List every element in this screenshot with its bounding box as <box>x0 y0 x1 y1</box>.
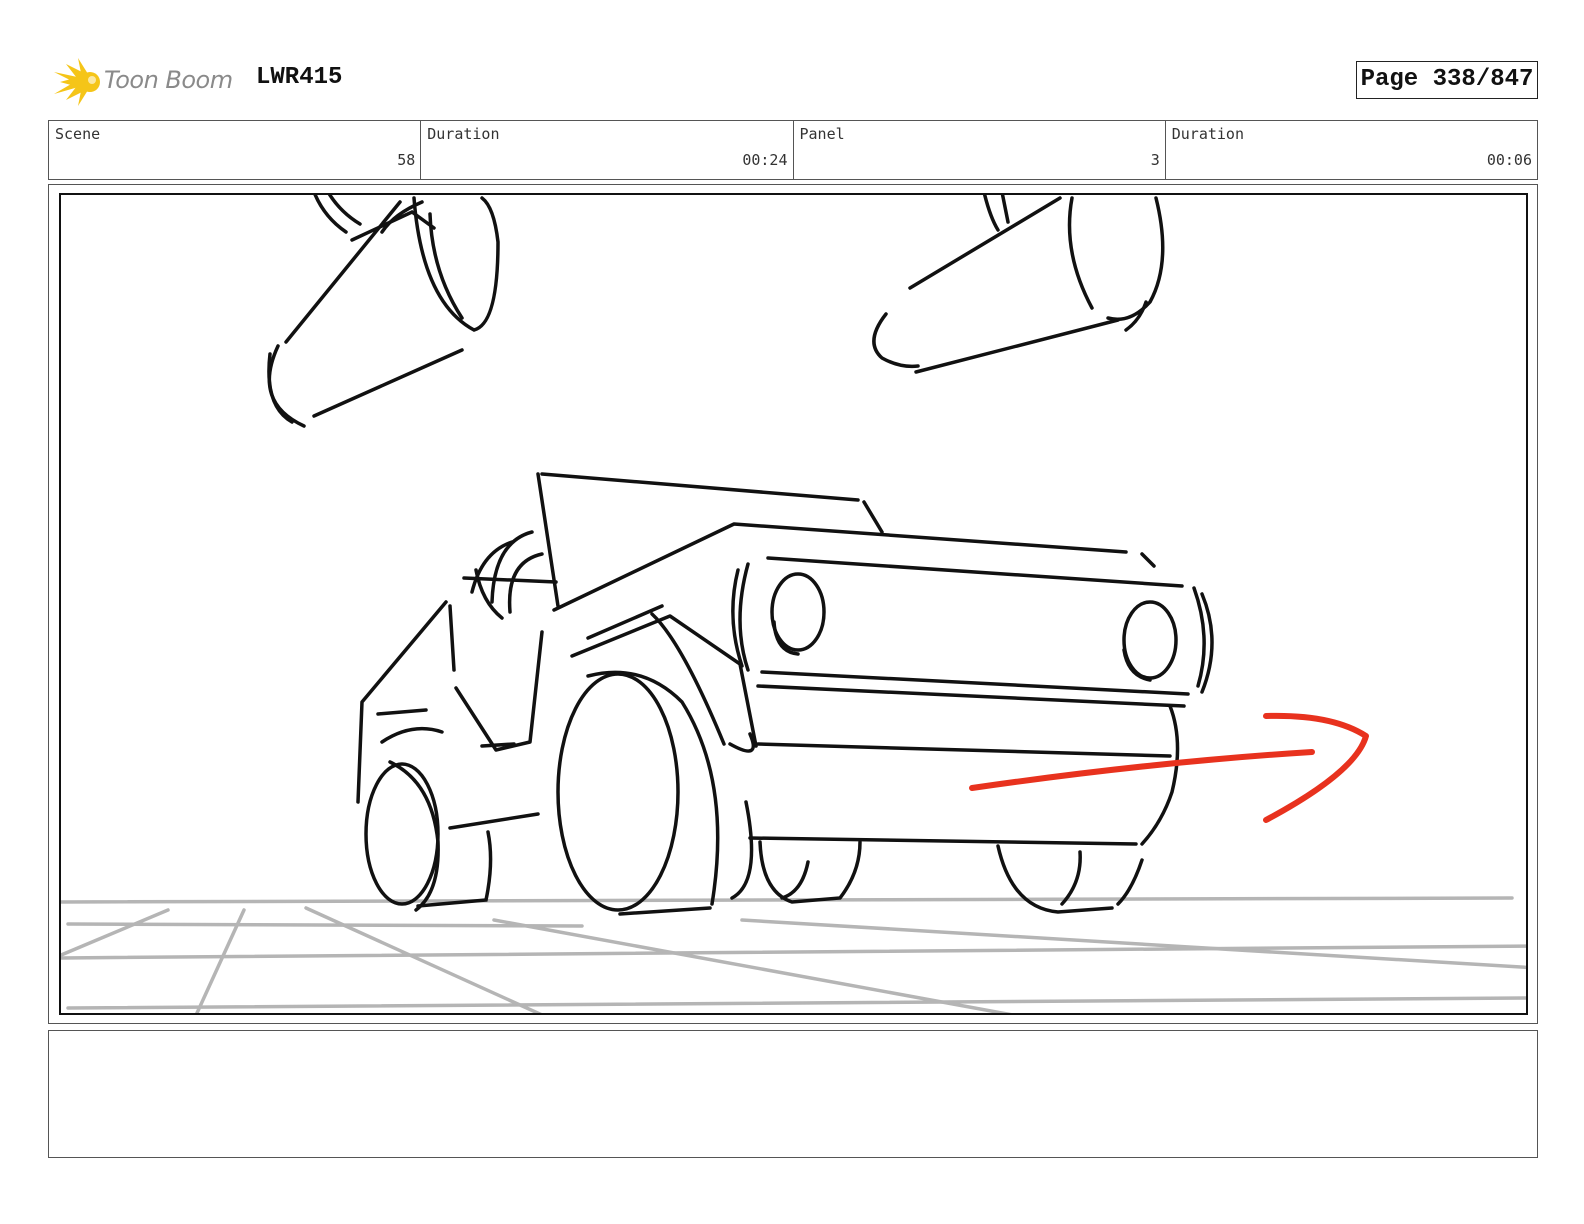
info-bar: Scene 58 Duration 00:24 Panel 3 Duration… <box>48 120 1538 180</box>
page-indicator: Page 338/847 <box>1356 61 1538 99</box>
car-sketch <box>356 472 1214 846</box>
car-wheels <box>364 670 1144 916</box>
scene-value: 58 <box>397 151 416 169</box>
panel-value: 3 <box>1150 151 1160 169</box>
panel-cell: Panel 3 <box>794 121 1166 179</box>
logo-wordmark: Toon Boom <box>104 66 233 94</box>
panel-duration-label: Duration <box>1171 125 1244 143</box>
scene-duration-cell: Duration 00:24 <box>421 121 794 179</box>
scene-duration-label: Duration <box>427 125 500 143</box>
scene-duration-value: 00:24 <box>742 151 788 169</box>
floor-grid <box>61 896 1526 1013</box>
panel-duration-value: 00:06 <box>1486 151 1532 169</box>
left-megaphone <box>267 195 500 428</box>
notes-area <box>48 1030 1538 1158</box>
panel-label: Panel <box>799 125 845 143</box>
scene-cell: Scene 58 <box>49 121 422 179</box>
right-megaphone <box>872 195 1165 374</box>
project-code: LWR415 <box>256 64 343 91</box>
scene-label: Scene <box>55 125 101 143</box>
sun-logo-icon <box>54 58 100 106</box>
panel-duration-cell: Duration 00:06 <box>1166 121 1537 179</box>
toon-boom-logo: Toon Boom <box>52 56 242 108</box>
storyboard-panel <box>59 193 1528 1015</box>
panel-sketch <box>61 195 1526 1013</box>
